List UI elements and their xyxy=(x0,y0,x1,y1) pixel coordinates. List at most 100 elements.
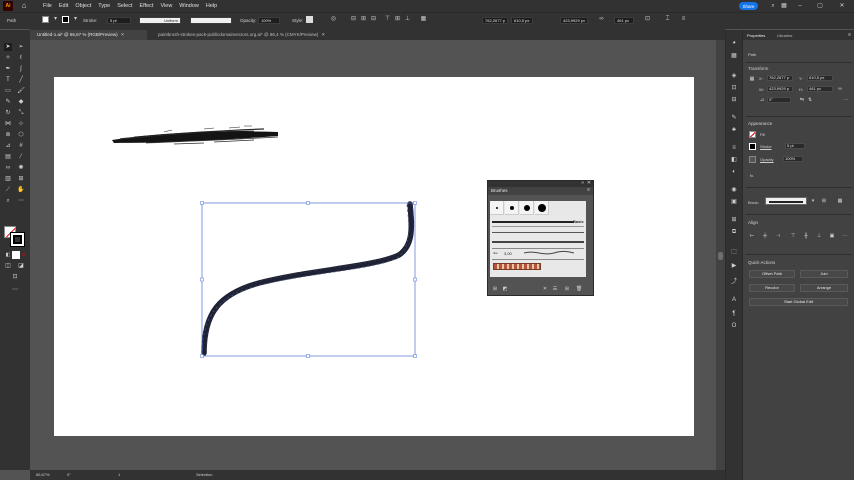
brush-cell[interactable] xyxy=(490,201,504,215)
align-top-icon[interactable]: ⊤ xyxy=(790,233,796,239)
menu-object[interactable]: Object xyxy=(75,3,91,9)
brush-stroke-sample[interactable] xyxy=(492,241,584,243)
align-horizontal-center-icon[interactable]: ╪ xyxy=(762,233,768,239)
close-tab-icon[interactable]: ✕ xyxy=(121,32,125,37)
stroke-swatch-icon[interactable] xyxy=(62,16,69,23)
flip-horizontal-icon[interactable]: ⇆ xyxy=(799,97,805,103)
pathfinder-panel-icon[interactable]: ⧉ xyxy=(730,228,738,236)
free-transform-tool-icon[interactable]: ⊹ xyxy=(17,120,25,128)
close-icon[interactable]: ✕ xyxy=(838,2,846,10)
dropdown-chevron-icon[interactable]: ▾ xyxy=(72,16,79,23)
rotation-value[interactable]: 0° xyxy=(67,472,71,477)
w-field[interactable]: 423,9929 p xyxy=(767,86,793,92)
variable-width-profile[interactable]: Uniform xyxy=(139,17,181,24)
rotate-tool-icon[interactable]: ↻ xyxy=(4,109,12,117)
symbols-panel-icon[interactable]: ♣ xyxy=(730,126,738,134)
opacity-field[interactable]: 100% xyxy=(258,17,280,24)
recolor-button[interactable]: Recolor xyxy=(749,284,795,292)
align-bottom-icon[interactable]: ⊥ xyxy=(816,233,822,239)
x-field[interactable]: 762,2677 p xyxy=(482,17,508,24)
opentype-panel-icon[interactable]: O xyxy=(730,322,738,330)
y-field[interactable]: 610,5 px xyxy=(807,75,833,81)
search-icon[interactable]: ⌕ xyxy=(769,2,777,10)
character-panel-icon[interactable]: A xyxy=(730,296,738,304)
tab-libraries[interactable]: Libraries xyxy=(777,33,792,38)
opacity-field[interactable]: 100% xyxy=(783,156,803,162)
menu-window[interactable]: Window xyxy=(179,3,199,9)
more-options-icon[interactable]: ⋯ xyxy=(842,233,848,239)
scale-tool-icon[interactable]: ⤡ xyxy=(17,109,25,117)
paintbrush-tool-icon[interactable]: 🖌 xyxy=(17,87,25,95)
hand-tool-icon[interactable]: ✋ xyxy=(17,186,25,194)
fx-button[interactable]: fx. xyxy=(750,173,754,178)
s-curve-brush-stroke[interactable] xyxy=(201,201,415,356)
type-tool-icon[interactable]: T xyxy=(4,76,12,84)
chevron-down-icon[interactable]: ▾ xyxy=(810,198,816,204)
screen-mode-icon[interactable]: ⊡ xyxy=(11,273,19,281)
stroke-panel-icon[interactable]: ≡ xyxy=(730,144,738,152)
menu-view[interactable]: View xyxy=(160,3,172,9)
brush-cell[interactable] xyxy=(505,201,519,215)
transform-panel-icon[interactable]: ⬚ xyxy=(730,248,738,256)
menu-type[interactable]: Type xyxy=(98,3,110,9)
direct-selection-tool-icon[interactable]: ➢ xyxy=(17,43,25,51)
eyedropper-tool-icon[interactable]: ⁄ xyxy=(17,153,25,161)
menu-file[interactable]: File xyxy=(43,3,52,9)
collapse-icon[interactable]: » xyxy=(581,180,584,186)
delete-brush-icon[interactable]: 🗑 xyxy=(576,286,582,292)
lasso-tool-icon[interactable]: ℓ xyxy=(17,54,25,62)
stroke-color-swatch[interactable] xyxy=(749,143,756,150)
color-mode-icon[interactable] xyxy=(12,251,20,259)
close-panel-icon[interactable]: ✕ xyxy=(587,180,591,186)
graphic-style-swatch[interactable] xyxy=(306,16,313,23)
share-button[interactable]: Share xyxy=(739,2,758,10)
menu-edit[interactable]: Edit xyxy=(59,3,68,9)
graphic-styles-panel-icon[interactable]: ▣ xyxy=(730,198,738,206)
asset-export-panel-icon[interactable]: ⤴ xyxy=(730,278,738,286)
offset-path-button[interactable]: Offset Path xyxy=(749,270,795,278)
zoom-level[interactable]: 66,67% xyxy=(36,472,50,477)
brush-stroke-sample[interactable] xyxy=(492,232,584,233)
selection-bounding-box[interactable] xyxy=(200,201,417,358)
constrain-link-icon[interactable]: ∞ xyxy=(837,86,843,92)
brush-definition-dropdown[interactable] xyxy=(765,197,807,205)
stroke-weight-field[interactable]: 5 pt xyxy=(107,17,131,24)
maximize-icon[interactable]: ▢ xyxy=(816,2,824,10)
align-panel-icon[interactable]: ⊞ xyxy=(730,216,738,224)
close-tab-icon[interactable]: ✕ xyxy=(321,32,325,37)
selection-tool-icon[interactable]: ➤ xyxy=(4,43,12,51)
stroke-color-swatch[interactable] xyxy=(11,233,24,246)
minimize-icon[interactable]: – xyxy=(796,2,804,10)
align-bottom-icon[interactable]: ⊥ xyxy=(404,16,411,23)
swatches-panel-icon[interactable]: ▦ xyxy=(730,52,738,60)
panel-menu-icon[interactable]: ≡ xyxy=(587,187,590,193)
color-panel-icon[interactable]: ◕ xyxy=(730,39,738,47)
more-options-icon[interactable]: ⋯ xyxy=(843,97,849,103)
transform-reference-icon[interactable]: ▦ xyxy=(420,16,427,23)
curvature-tool-icon[interactable]: ∫ xyxy=(17,65,25,73)
shaper-tool-icon[interactable]: ✎ xyxy=(4,98,12,106)
brushes-tab[interactable]: Brushes ≡ xyxy=(488,187,593,195)
tab-paintbrush-strokes[interactable]: paintbrush-strokes-pack-publicdomainvect… xyxy=(151,30,361,40)
dropdown-chevron-icon[interactable]: ▾ xyxy=(52,16,59,23)
vertical-scrollbar[interactable] xyxy=(716,40,725,470)
menu-effect[interactable]: Effect xyxy=(140,3,154,9)
brush-cell[interactable] xyxy=(520,201,534,215)
scatter-brush-sample[interactable] xyxy=(524,250,574,256)
h-field[interactable]: 461 px xyxy=(807,86,833,92)
none-mode-icon[interactable]: ⊘ xyxy=(20,251,28,259)
live-paint-tool-icon[interactable]: ⬡ xyxy=(17,131,25,139)
brushes-panel-icon[interactable]: ✎ xyxy=(730,114,738,122)
arrange-button[interactable]: Arrange xyxy=(800,284,848,292)
eraser-tool-icon[interactable]: ◆ xyxy=(17,98,25,106)
perspective-grid-tool-icon[interactable]: ⊿ xyxy=(4,142,12,150)
artboard-tool-icon[interactable]: ⊞ xyxy=(17,175,25,183)
arrow-brush-icon[interactable]: ➳ xyxy=(493,250,498,257)
shape-builder-tool-icon[interactable]: ⊕ xyxy=(4,131,12,139)
reference-point-icon[interactable]: ▦ xyxy=(749,76,755,82)
brush-libraries-icon[interactable]: ⊞ xyxy=(492,286,498,292)
line-tool-icon[interactable]: ╱ xyxy=(17,76,25,84)
w-field[interactable]: 423,9929 px xyxy=(560,17,588,24)
links-panel-icon[interactable]: ⊟ xyxy=(730,96,738,104)
menu-help[interactable]: Help xyxy=(206,3,217,9)
